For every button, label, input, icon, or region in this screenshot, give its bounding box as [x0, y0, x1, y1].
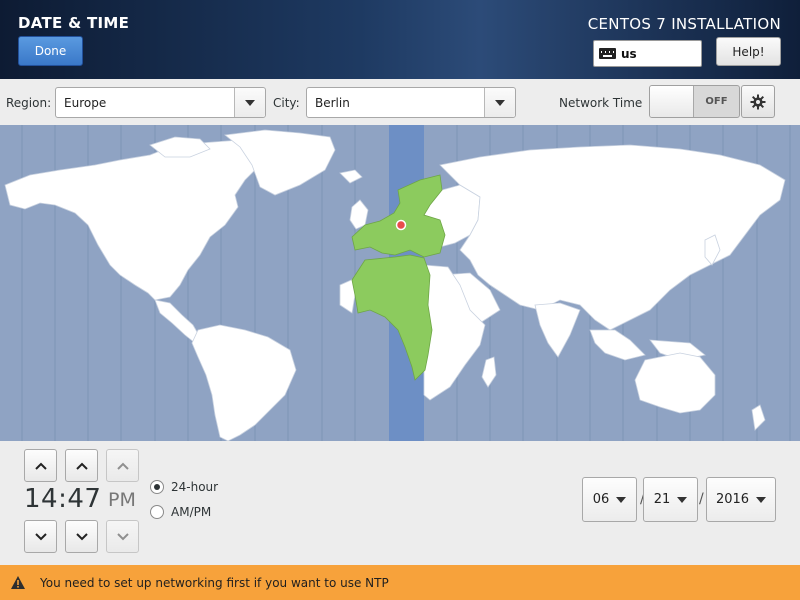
done-button[interactable]: Done: [18, 36, 83, 66]
region-value: Europe: [64, 95, 107, 110]
format-24-hour-radio[interactable]: [150, 480, 164, 494]
day-select[interactable]: 21: [643, 477, 698, 522]
switch-knob[interactable]: [650, 86, 694, 117]
format-ampm-radio[interactable]: [150, 505, 164, 519]
chevron-up-icon: [34, 462, 47, 470]
chevron-up-icon: [116, 462, 129, 470]
ntp-settings-button[interactable]: [741, 85, 775, 118]
chevron-down-icon: [677, 496, 688, 503]
keyboard-layout-indicator[interactable]: us: [593, 40, 702, 67]
period-up-button[interactable]: [106, 449, 139, 482]
date-separator: /: [699, 491, 704, 507]
year-select[interactable]: 2016: [706, 477, 776, 522]
keyboard-icon: [599, 48, 616, 59]
city-value[interactable]: Berlin: [307, 96, 484, 110]
chevron-down-icon: [495, 99, 505, 106]
format-24-hour-option[interactable]: 24-hour: [150, 480, 218, 494]
gear-icon: [750, 94, 766, 109]
day-value: 21: [653, 492, 671, 507]
switch-state-label: OFF: [705, 96, 728, 107]
format-ampm-label: AM/PM: [171, 505, 212, 519]
chevron-down-icon: [245, 99, 255, 106]
city-label: City:: [273, 96, 300, 110]
region-combo[interactable]: Europe: [55, 87, 266, 118]
hours-down-button[interactable]: [24, 520, 57, 553]
year-value: 2016: [715, 492, 750, 507]
chevron-down-icon: [75, 532, 88, 540]
help-button[interactable]: Help!: [716, 37, 781, 66]
month-value: 06: [592, 492, 610, 507]
region-dropdown-button[interactable]: [234, 88, 265, 117]
ntp-warning-bar: You need to set up networking first if y…: [0, 565, 800, 600]
header-bar: DATE & TIME Done CENTOS 7 INSTALLATION u…: [0, 0, 800, 79]
time-period-label: PM: [108, 489, 136, 511]
page-title: DATE & TIME: [18, 14, 130, 32]
format-ampm-option[interactable]: AM/PM: [150, 505, 211, 519]
timezone-map[interactable]: [0, 125, 800, 442]
network-time-label: Network Time: [559, 96, 643, 110]
chevron-down-icon: [116, 532, 129, 540]
keyboard-layout-label: us: [621, 46, 637, 61]
chevron-down-icon: [616, 496, 627, 503]
chevron-down-icon: [756, 496, 767, 503]
period-down-button[interactable]: [106, 520, 139, 553]
selected-city-pin[interactable]: [395, 219, 407, 231]
warning-message: You need to set up networking first if y…: [40, 575, 389, 590]
hours-up-button[interactable]: [24, 449, 57, 482]
installation-title: CENTOS 7 INSTALLATION: [587, 15, 781, 33]
city-dropdown-button[interactable]: [484, 88, 515, 117]
minutes-up-button[interactable]: [65, 449, 98, 482]
network-time-switch[interactable]: OFF: [649, 85, 740, 118]
time-display: 14:47: [24, 484, 102, 514]
format-24-hour-label: 24-hour: [171, 480, 219, 494]
chevron-up-icon: [75, 462, 88, 470]
region-label: Region:: [6, 96, 52, 110]
warning-icon: [11, 575, 25, 589]
city-combo[interactable]: Berlin: [306, 87, 516, 118]
minutes-down-button[interactable]: [65, 520, 98, 553]
world-map[interactable]: [0, 125, 800, 442]
chevron-down-icon: [34, 532, 47, 540]
month-select[interactable]: 06: [582, 477, 637, 522]
